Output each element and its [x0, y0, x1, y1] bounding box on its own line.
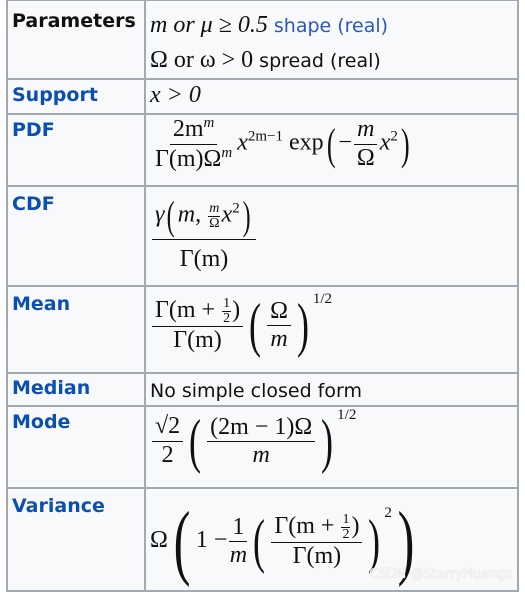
- row-support: Support x > 0: [6, 78, 519, 115]
- label-parameters: Parameters: [6, 0, 146, 80]
- variance-link[interactable]: Variance: [12, 495, 105, 517]
- value-parameters: m or μ ≥ 0.5 shape (real) Ω or ω > 0 spr…: [144, 0, 519, 80]
- median-text: No simple closed form: [150, 380, 362, 402]
- spread-text: spread (real): [259, 50, 381, 72]
- cdf-link[interactable]: CDF: [12, 193, 55, 215]
- value-mean: Γ(m + 1 2) Γ(m)(Ωm) 1/2: [144, 285, 519, 374]
- label-mean[interactable]: Mean: [6, 285, 146, 374]
- support-math: x > 0: [150, 82, 201, 108]
- watermark: CSDN @StarryHuangx: [369, 567, 513, 582]
- mode-link[interactable]: Mode: [12, 411, 70, 433]
- label-cdf[interactable]: CDF: [6, 185, 146, 287]
- label-support[interactable]: Support: [6, 78, 146, 115]
- mean-fraction: Γ(m + 1 2) Γ(m): [152, 296, 244, 355]
- row-mean: Mean Γ(m + 1 2) Γ(m)(Ωm) 1/2: [6, 285, 519, 374]
- param-spread-math: Ω or ω > 0: [150, 47, 254, 73]
- cdf-fraction: γ(m, m Ωx2) Γ(m): [152, 193, 257, 274]
- value-median: No simple closed form: [144, 372, 519, 407]
- variance-fraction: Γ(m + 1 2) Γ(m): [271, 512, 363, 571]
- mean-link[interactable]: Mean: [12, 293, 70, 315]
- value-cdf: γ(m, m Ωx2) Γ(m): [144, 185, 519, 287]
- row-pdf: PDF 2mm Γ(m)Ωm x2m−1 exp(− m Ωx2): [6, 113, 519, 187]
- value-mode: √2 2((2m − 1)Ω m) 1/2: [144, 405, 519, 489]
- row-cdf: CDF γ(m, m Ωx2) Γ(m): [6, 185, 519, 287]
- support-link[interactable]: Support: [12, 84, 98, 106]
- infobox-table: Parameters m or μ ≥ 0.5 shape (real) Ω o…: [6, 0, 519, 592]
- mode-sqrt-fraction: √2 2: [152, 413, 184, 469]
- label-pdf[interactable]: PDF: [6, 113, 146, 187]
- pdf-link[interactable]: PDF: [12, 119, 55, 141]
- label-variance[interactable]: Variance: [6, 487, 146, 592]
- shape-link[interactable]: shape: [274, 15, 331, 37]
- row-mode: Mode √2 2((2m − 1)Ω m) 1/2: [6, 405, 519, 489]
- param-shape-math: m or μ ≥ 0.5: [150, 12, 268, 38]
- value-support: x > 0: [144, 78, 519, 115]
- label-mode[interactable]: Mode: [6, 405, 146, 489]
- median-link[interactable]: Median: [12, 377, 90, 399]
- row-parameters: Parameters m or μ ≥ 0.5 shape (real) Ω o…: [6, 0, 519, 80]
- value-pdf: 2mm Γ(m)Ωm x2m−1 exp(− m Ωx2): [144, 113, 519, 187]
- label-median[interactable]: Median: [6, 372, 146, 407]
- real-link[interactable]: (real): [337, 15, 388, 37]
- pdf-fraction: 2mm Γ(m)Ωm: [155, 115, 233, 172]
- row-median: Median No simple closed form: [6, 372, 519, 407]
